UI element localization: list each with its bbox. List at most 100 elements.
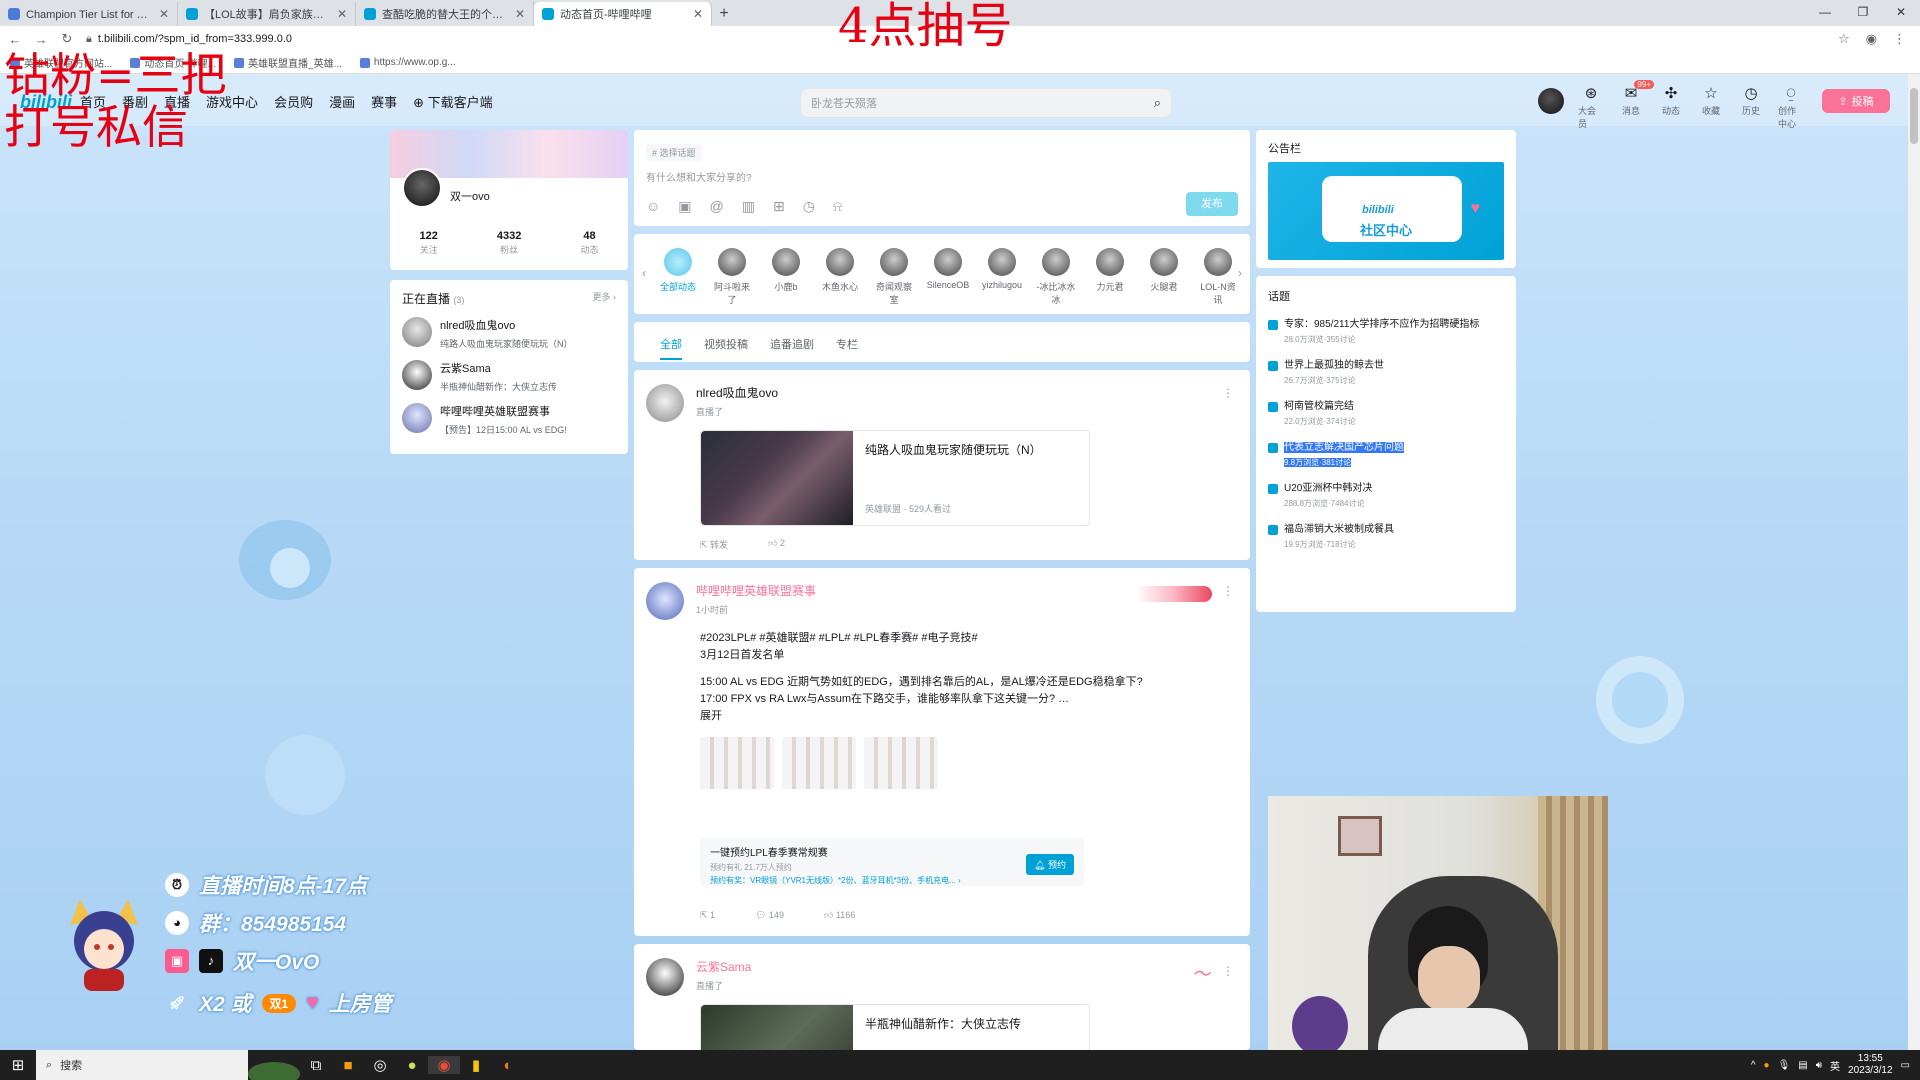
maximize-button[interactable]: ❐: [1844, 0, 1882, 24]
ime-indicator[interactable]: 英: [1830, 1058, 1840, 1073]
following-item[interactable]: 奇闻观察室: [872, 248, 916, 306]
browser-tab-2[interactable]: 【LOL故事】肩负家族的暴心小... ✕: [178, 2, 356, 26]
scroll-right-icon[interactable]: ›: [1238, 266, 1242, 280]
comment-button[interactable]: 💬︎ 149: [755, 910, 784, 921]
topic-item[interactable]: 世界上最孤独的鲸去世 26.7万浏览·375讨论: [1268, 359, 1504, 386]
header-message[interactable]: ✉ 99+ 消息: [1618, 80, 1654, 130]
browser-tab-1[interactable]: Champion Tier List for 下路, 分... ✕: [0, 2, 178, 26]
stat-fans[interactable]: 4332 粉丝: [497, 230, 521, 256]
close-tab-icon[interactable]: ✕: [515, 7, 525, 21]
user-avatar[interactable]: [1538, 88, 1564, 114]
network-icon[interactable]: ▤: [1798, 1060, 1807, 1071]
nav-mall[interactable]: 会员购: [274, 92, 313, 111]
forward-button[interactable]: ⇱ 转发: [700, 538, 728, 551]
expand-link[interactable]: 展开: [700, 708, 1236, 725]
windows-start-icon[interactable]: ⊞: [0, 1056, 36, 1074]
lineup-image[interactable]: [864, 737, 938, 789]
reservation-prize[interactable]: 预约有奖：VR眼镜（YVR1无线版）*2份、蓝牙耳机*3份、手机充电... ›: [710, 875, 1010, 886]
reserve-button[interactable]: 🔔︎ 预约: [1026, 854, 1074, 875]
live-card[interactable]: 半瓶神仙醋新作：大侠立志传: [700, 1004, 1090, 1050]
close-tab-icon[interactable]: ✕: [337, 7, 347, 21]
following-item[interactable]: yizhilugou: [980, 248, 1024, 306]
header-history[interactable]: ◷ 历史: [1738, 84, 1764, 130]
profile-name[interactable]: 双一ovo: [450, 188, 490, 204]
vote-icon[interactable]: ▥: [742, 198, 755, 215]
browser-tab-3[interactable]: 查酷吃脆的替大王的个人空间_哔... ✕: [356, 2, 534, 26]
app-icon-4[interactable]: ▮: [460, 1056, 492, 1074]
following-item[interactable]: 小鹿b: [764, 248, 808, 306]
profile-avatar[interactable]: [402, 168, 442, 208]
stat-posts[interactable]: 48 动态: [580, 230, 598, 256]
forward-button[interactable]: ⇱ 1: [700, 910, 715, 921]
more-options-icon[interactable]: ⋮: [1222, 964, 1234, 978]
menu-icon[interactable]: ⋮: [1893, 31, 1906, 47]
taskbar-clock[interactable]: 13:55 2023/3/12: [1848, 1053, 1893, 1077]
close-window-button[interactable]: ✕: [1882, 0, 1920, 24]
post-author[interactable]: 哔哩哔哩英雄联盟赛事: [696, 582, 816, 599]
tab-all[interactable]: 全部: [660, 336, 682, 360]
post-author[interactable]: nlred吸血鬼ovo: [696, 384, 778, 401]
more-options-icon[interactable]: ⋮: [1222, 386, 1234, 400]
live-card[interactable]: 纯路人吸血鬼玩家随便玩玩（N） 英雄联盟 · 529人看过: [700, 430, 1090, 526]
live-item[interactable]: 云紫Sama 半瓶神仙醋新作：大侠立志传: [402, 360, 616, 393]
header-dynamic[interactable]: ✣ 动态: [1658, 84, 1684, 130]
app-icon-5[interactable]: ◐: [492, 1057, 524, 1074]
emoji-icon[interactable]: ☺: [646, 198, 660, 215]
following-item[interactable]: LOL-N资讯: [1196, 248, 1240, 306]
search-icon[interactable]: ⌕: [1154, 95, 1161, 111]
app-icon-2[interactable]: ◎: [364, 1056, 396, 1074]
reservation-card[interactable]: 一键预约LPL春季赛常规赛 预约有礼 21.7万人预约 预约有奖：VR眼镜（YV…: [700, 838, 1084, 886]
stat-following[interactable]: 122 关注: [420, 230, 438, 256]
lineup-image[interactable]: [700, 737, 774, 789]
profile-icon[interactable]: ◉: [1866, 31, 1877, 47]
lineup-image[interactable]: [782, 737, 856, 789]
following-item[interactable]: -冰比冰水冰: [1034, 248, 1078, 306]
header-favorites[interactable]: ☆ 收藏: [1698, 84, 1724, 130]
like-button[interactable]: 👍︎ 2: [768, 538, 785, 551]
tray-arrow-icon[interactable]: ^: [1751, 1060, 1756, 1071]
following-item[interactable]: 木鱼水心: [818, 248, 862, 306]
forward-icon[interactable]: →: [34, 32, 48, 47]
schedule-icon[interactable]: ◷: [803, 198, 815, 215]
tray-app-icon[interactable]: ●: [1764, 1060, 1770, 1071]
at-icon[interactable]: @: [710, 198, 724, 215]
tab-bangumi[interactable]: 追番追剧: [770, 336, 814, 360]
reload-icon[interactable]: ↻: [60, 31, 74, 47]
nav-download-client[interactable]: ⊕ 下载客户端: [413, 92, 493, 111]
close-tab-icon[interactable]: ✕: [159, 7, 169, 21]
tab-article[interactable]: 专栏: [836, 336, 858, 360]
bookmark-star-icon[interactable]: ☆: [1838, 31, 1850, 47]
select-topic-button[interactable]: # 选择话题: [646, 144, 702, 161]
new-tab-button[interactable]: +: [712, 2, 736, 26]
topic-item[interactable]: 专家：985/211大学排序不应作为招聘硬指标 28.0万浏览·355讨论: [1268, 318, 1504, 345]
live-item[interactable]: 哔哩哔哩英雄联盟赛事 【预告】12日15:00 AL vs EDG!: [402, 403, 616, 436]
minimize-button[interactable]: —: [1806, 0, 1844, 24]
gift-icon[interactable]: ⊞: [773, 198, 785, 215]
following-item[interactable]: 力元君: [1088, 248, 1132, 306]
back-icon[interactable]: ←: [8, 32, 22, 47]
like-button[interactable]: 👍︎ 1166: [824, 910, 855, 921]
composer-input[interactable]: 有什么想和大家分享的?: [646, 169, 1238, 184]
scroll-left-icon[interactable]: ‹: [642, 266, 646, 280]
scrollbar-thumb[interactable]: [1910, 88, 1918, 144]
following-item-all[interactable]: 全部动态: [656, 248, 700, 306]
lineup-images[interactable]: [700, 737, 1236, 789]
avatar[interactable]: [646, 958, 684, 996]
microphone-icon[interactable]: 🎙︎: [1778, 1060, 1791, 1071]
header-vip[interactable]: ⊛ 大会员: [1578, 84, 1604, 130]
topic-item[interactable]: 柯南管校篇完结 22.0万浏览·374讨论: [1268, 400, 1504, 427]
post-author[interactable]: 云紫Sama: [696, 958, 751, 975]
following-item[interactable]: 阿斗啦来了: [710, 248, 754, 306]
avatar[interactable]: [646, 384, 684, 422]
upload-button[interactable]: ⇪ 投稿: [1822, 89, 1890, 113]
close-tab-icon[interactable]: ✕: [693, 7, 703, 21]
following-item[interactable]: SilenceOB: [926, 248, 970, 306]
bell-icon[interactable]: ⍾: [833, 198, 842, 215]
bookmark-item[interactable]: https://www.op.g...: [359, 57, 456, 68]
app-icon-3[interactable]: ●: [396, 1057, 428, 1074]
app-icon-1[interactable]: ■: [332, 1057, 364, 1074]
more-options-icon[interactable]: ⋮: [1222, 584, 1234, 598]
taskbar-search[interactable]: ⌕ 搜索: [36, 1050, 248, 1080]
notification-icon[interactable]: ▭: [1901, 1060, 1910, 1071]
topic-item[interactable]: 福岛滞销大米被制成餐具 19.9万浏览·718讨论: [1268, 523, 1504, 550]
